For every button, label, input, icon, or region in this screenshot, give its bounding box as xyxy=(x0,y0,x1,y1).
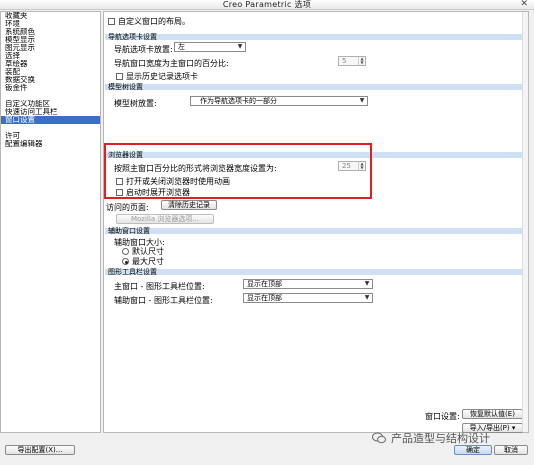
nav-history-checkbox[interactable] xyxy=(116,73,123,80)
spinner-arrows-icon[interactable]: ▲ ▼ xyxy=(358,57,365,65)
settings-panel: 自定义窗口的布局。 导航选项卡设置 导航选项卡放置: 左 ▼ 导航窗口宽度为主窗口… xyxy=(103,11,529,433)
sidebar-item-sketcher[interactable]: 草绘器 xyxy=(1,60,100,68)
aux-default-size-radio[interactable] xyxy=(122,248,129,255)
graphics-main-value: 显示在顶部 xyxy=(247,280,282,288)
tree-placement-label: 模型树放置: xyxy=(114,99,157,108)
browser-expand-checkbox[interactable] xyxy=(116,189,123,196)
layout-note: 自定义窗口的布局。 xyxy=(108,16,190,27)
chevron-down-icon: ▼ xyxy=(359,97,365,104)
spinner-arrows-icon[interactable]: ▲ ▼ xyxy=(358,162,365,170)
layout-note-text: 自定义窗口的布局。 xyxy=(118,17,190,26)
export-config-button[interactable]: 导出配置(X)... xyxy=(5,445,75,455)
section-browser: 浏览器设置 xyxy=(105,151,527,159)
wechat-icon xyxy=(372,432,386,444)
window-title: Creo Parametric 选项 xyxy=(222,0,312,9)
aux-default-size-label: 默认尺寸 xyxy=(132,247,164,256)
nav-history-label: 显示历史记录选项卡 xyxy=(126,72,198,81)
tree-placement-value: 作为导航选项卡的一部分 xyxy=(200,97,277,105)
sidebar-item-customize-ribbon[interactable]: 自定义功能区 xyxy=(1,100,100,108)
nav-history-option[interactable]: 显示历史记录选项卡 xyxy=(116,71,198,82)
cancel-button[interactable]: 取消 xyxy=(494,445,528,455)
graphics-main-select[interactable]: 显示在顶部 ▼ xyxy=(243,279,373,289)
watermark-text: 产品造型与结构设计 xyxy=(391,432,490,445)
section-navigation: 导航选项卡设置 xyxy=(105,33,527,41)
sidebar-item-config-editor[interactable]: 配置编辑器 xyxy=(1,140,100,148)
sidebar-item-data-exchange[interactable]: 数据交换 xyxy=(1,76,100,84)
aux-max-size-option[interactable]: 最大尺寸 xyxy=(122,256,164,267)
browser-anim-label: 打开或关闭浏览器时使用动画 xyxy=(126,177,230,186)
sidebar-item-assembly[interactable]: 装配 xyxy=(1,68,100,76)
ok-button[interactable]: 确定 xyxy=(454,445,492,455)
aux-max-size-radio[interactable] xyxy=(122,258,129,265)
graphics-aux-label: 辅助窗口 - 图形工具栏位置: xyxy=(114,296,213,305)
graphics-aux-select[interactable]: 显示在顶部 ▼ xyxy=(243,293,373,303)
nav-percent-value: 5 xyxy=(342,57,347,65)
mozilla-options-button[interactable]: Mozilla 浏览器选项... xyxy=(116,214,214,224)
close-icon[interactable]: ✕ xyxy=(520,0,528,9)
chevron-down-icon: ▾ xyxy=(509,424,516,432)
nav-percent-label: 导航窗口宽度为主窗口的百分比: xyxy=(114,59,229,68)
nav-tab-placement-value: 左 xyxy=(178,43,185,51)
clear-history-button[interactable]: 清除历史记录 xyxy=(161,200,217,210)
layout-icon xyxy=(108,18,115,25)
chevron-down-icon: ▼ xyxy=(237,43,243,50)
nav-tab-placement-select[interactable]: 左 ▼ xyxy=(174,42,246,52)
visited-pages-label: 访问的页面: xyxy=(106,203,149,212)
title-bar: Creo Parametric 选项 ✕ xyxy=(0,0,534,10)
nav-tab-placement-label: 导航选项卡放置: xyxy=(114,45,173,54)
sidebar-item-window-settings[interactable]: 窗口设置 xyxy=(1,116,100,124)
browser-width-label: 按照主窗口百分比的形式将浏览器宽度设置为: xyxy=(114,164,277,173)
browser-width-spinner[interactable]: 25 ▲ ▼ xyxy=(338,161,366,171)
restore-defaults-button[interactable]: 恢复默认值(E) xyxy=(462,409,523,419)
browser-expand-option[interactable]: 启动时展开浏览器 xyxy=(116,187,190,198)
browser-anim-option[interactable]: 打开或关闭浏览器时使用动画 xyxy=(116,176,230,187)
chevron-down-icon: ▼ xyxy=(364,294,370,301)
sidebar-item-system-colors[interactable]: 系统颜色 xyxy=(1,28,100,36)
sidebar-item-quick-access-toolbar[interactable]: 快速访问工具栏 xyxy=(1,108,100,116)
sidebar-item-selection[interactable]: 选择 xyxy=(1,52,100,60)
section-model-tree: 模型树设置 xyxy=(105,83,527,91)
sidebar-item-sheetmetal[interactable]: 钣金件 xyxy=(1,84,100,92)
tree-placement-select[interactable]: 作为导航选项卡的一部分 ▼ xyxy=(190,96,368,106)
section-graphics-toolbar: 图形工具栏设置 xyxy=(105,268,527,276)
aux-max-size-label: 最大尺寸 xyxy=(132,257,164,266)
panel-scrollbar[interactable] xyxy=(522,12,528,432)
browser-anim-checkbox[interactable] xyxy=(116,178,123,185)
sidebar-item-environment[interactable]: 环境 xyxy=(1,20,100,28)
sidebar-item-license[interactable]: 许可 xyxy=(1,132,100,140)
browser-width-value: 25 xyxy=(342,162,351,170)
graphics-main-label: 主窗口 - 图形工具栏位置: xyxy=(114,282,205,291)
sidebar-item-favorites[interactable]: 收藏夹 xyxy=(1,12,100,20)
chevron-down-icon: ▼ xyxy=(364,280,370,287)
options-sidebar: 收藏夹 环境 系统颜色 模型显示 图元显示 选择 草绘器 装配 数据交换 钣金件… xyxy=(0,11,101,433)
sidebar-item-model-display[interactable]: 模型显示 xyxy=(1,36,100,44)
graphics-aux-value: 显示在顶部 xyxy=(247,294,282,302)
window-settings-label: 窗口设置: xyxy=(425,412,460,421)
nav-percent-spinner[interactable]: 5 ▲ ▼ xyxy=(338,56,366,66)
browser-expand-label: 启动时展开浏览器 xyxy=(126,188,190,197)
watermark: 产品造型与结构设计 xyxy=(372,430,490,446)
sidebar-item-entity-display[interactable]: 图元显示 xyxy=(1,44,100,52)
section-aux-window: 辅助窗口设置 xyxy=(105,227,527,235)
